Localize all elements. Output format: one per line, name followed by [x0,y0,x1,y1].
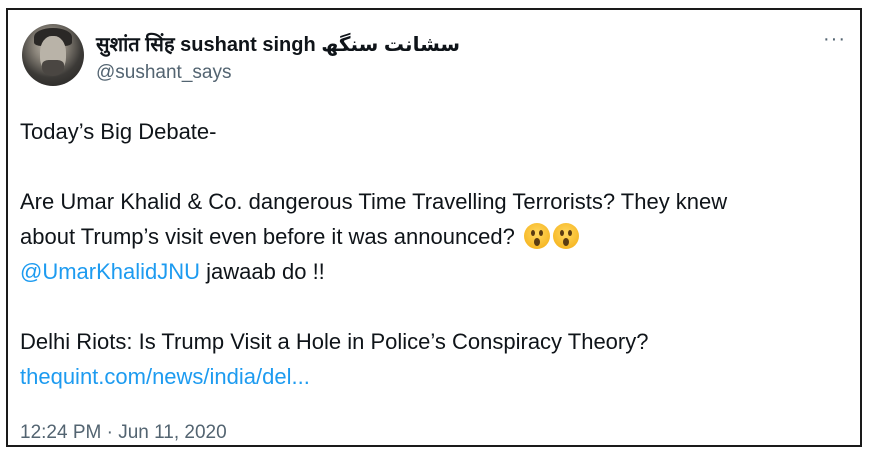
mention-link[interactable]: @UmarKhalidJNU [20,259,200,284]
display-name[interactable]: सुशांत सिंह sushant singh سشانت سنگھ [96,30,460,57]
hushed-face-emoji [553,223,580,249]
article-link[interactable]: thequint.com/news/india/del... [20,364,310,389]
tweet-line: Today’s Big Debate- [20,119,217,144]
mention-rest-text: jawaab do !! [200,259,325,284]
tweet-line: about Trump’s visit even before it was a… [20,219,850,254]
tweet-line: Are Umar Khalid & Co. dangerous Time Tra… [20,189,728,214]
tweet-timestamp[interactable]: 12:24 PM · Jun 11, 2020 [20,422,227,444]
tweet-line: thequint.com/news/india/del... [20,359,850,394]
tweet-line-text: about Trump’s visit even before it was a… [20,224,515,249]
tweet-line: @UmarKhalidJNU jawaab do !! [20,254,850,289]
user-handle[interactable]: @sushant_says [96,62,231,84]
more-options-icon[interactable]: ··· [823,28,846,51]
tweet-line: Delhi Riots: Is Trump Visit a Hole in Po… [20,329,649,354]
avatar[interactable] [22,24,84,86]
tweet-card: सुशांत सिंह sushant singh سشانت سنگھ @su… [6,8,862,447]
hushed-face-emoji [524,223,551,249]
avatar-beard [42,60,64,76]
tweet-text: Today’s Big Debate- Are Umar Khalid & Co… [20,114,850,394]
